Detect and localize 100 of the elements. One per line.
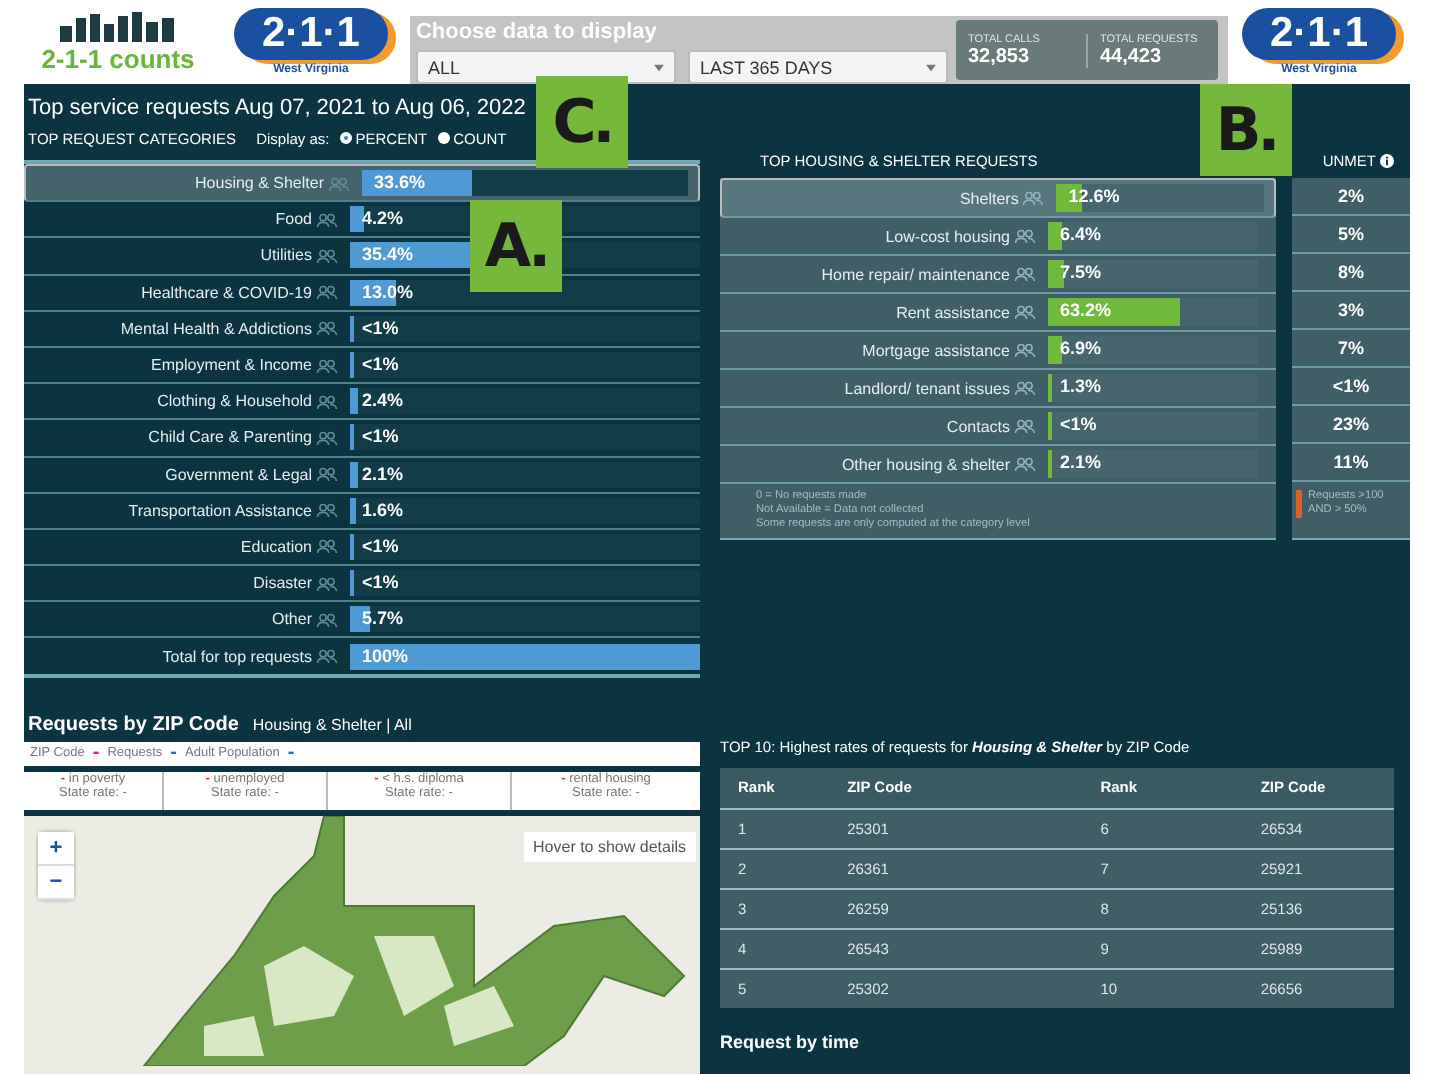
people-icon — [1014, 380, 1036, 396]
page-title: Top service requests Aug 07, 2021 to Aug 06, 2022 — [26, 94, 526, 124]
percent-value: 2.1% — [360, 463, 406, 484]
percent-value: 100% — [360, 645, 411, 666]
people-icon — [316, 575, 338, 592]
category-row[interactable]: Total for top requests 100% — [24, 638, 700, 674]
category-label: Disaster — [251, 574, 312, 593]
category-row[interactable]: Clothing & Household 2.4% — [24, 384, 700, 421]
dropdown[interactable]: ALL — [415, 50, 676, 84]
percent-value: 1.3% — [1058, 376, 1104, 396]
filter-title: Choose data to display — [415, 20, 659, 44]
percent-value: 7.5% — [1058, 262, 1104, 282]
percent-value: 63.2% — [1058, 300, 1114, 320]
request-row[interactable]: Shelters 12.6% — [720, 178, 1276, 218]
caret-icon — [925, 63, 936, 71]
info-icon[interactable] — [1380, 154, 1394, 168]
unmet-value: 23% — [1332, 414, 1369, 434]
callout-label: A. — [470, 200, 562, 292]
category-label: Child Care & Parenting — [146, 428, 312, 447]
percent-value: 12.6% — [1066, 186, 1122, 206]
section-subtitle: Housing & Shelter | All — [252, 715, 412, 734]
percent-value: <1% — [360, 572, 401, 593]
logo-number: 2·1·1 — [233, 8, 388, 60]
request-row[interactable]: Rent assistance 63.2% — [720, 294, 1276, 332]
people-icon — [1014, 266, 1036, 282]
percent-value: <1% — [1058, 414, 1099, 434]
request-label: Low-cost housing — [883, 227, 1010, 245]
category-row[interactable]: Mental Health & Addictions <1% — [24, 311, 700, 348]
request-row[interactable]: Other housing & shelter 2.1% — [720, 446, 1276, 484]
percent-value: 2.1% — [1058, 452, 1104, 472]
section-title: Requests by ZIP Code — [28, 713, 239, 736]
callout-label: B. — [1200, 84, 1292, 176]
people-icon — [316, 393, 338, 410]
category-label: Healthcare & COVID-19 — [139, 283, 312, 302]
category-row[interactable]: Education <1% — [24, 529, 700, 567]
request-label: Contacts — [944, 417, 1010, 435]
percent-value: <1% — [360, 535, 401, 556]
category-row[interactable]: Transportation Assistance 1.6% — [24, 493, 700, 530]
section-title: Request by time — [720, 1031, 862, 1052]
percent-value: <1% — [360, 426, 401, 447]
request-row[interactable]: Low-cost housing 6.4% — [720, 218, 1276, 256]
request-label: Shelters — [957, 189, 1019, 207]
caret-icon — [653, 63, 664, 71]
people-icon — [316, 284, 338, 301]
category-label: Food — [273, 210, 312, 229]
people-icon — [1014, 304, 1036, 320]
percent-value: 33.6% — [372, 172, 428, 193]
dropdown[interactable]: LAST 365 DAYS — [687, 50, 948, 84]
request-label: Rent assistance — [894, 303, 1010, 321]
category-label: Total for top requests — [160, 647, 312, 666]
legend-value: - — [287, 743, 295, 764]
category-row[interactable]: Disaster <1% — [24, 566, 700, 603]
unmet-value: 8% — [1337, 262, 1364, 282]
legend-swatch — [1296, 490, 1302, 518]
people-icon — [1014, 418, 1036, 434]
request-row[interactable]: Home repair/ maintenance 7.5% — [720, 256, 1276, 294]
category-label: Government & Legal — [163, 465, 312, 484]
stat-value: 44,423 — [1099, 45, 1164, 67]
category-label: Transportation Assistance — [126, 501, 312, 520]
category-label: Mental Health & Addictions — [118, 319, 312, 338]
category-label: Housing & Shelter — [193, 174, 324, 193]
percent-value: 2.4% — [360, 390, 406, 411]
category-label: Utilities — [258, 246, 312, 265]
callout-label: C. — [536, 76, 628, 168]
percent-value: <1% — [360, 317, 401, 338]
request-row[interactable]: Landlord/ tenant issues 1.3% — [720, 370, 1276, 408]
percent-value: <1% — [360, 354, 401, 375]
request-label: Landlord/ tenant issues — [842, 379, 1010, 397]
percent-value: 6.4% — [1058, 224, 1104, 244]
unmet-value: 2% — [1337, 186, 1364, 206]
people-icon — [316, 502, 338, 519]
people-icon — [316, 247, 338, 264]
people-icon — [1014, 342, 1036, 358]
stat-value: 32,853 — [967, 45, 1032, 67]
percent-value: 6.9% — [1058, 338, 1104, 358]
brand-name: 2-1-1 counts — [41, 44, 195, 74]
request-label: Other housing & shelter — [839, 455, 1010, 473]
request-label: Home repair/ maintenance — [819, 265, 1010, 283]
category-label: Clothing & Household — [155, 392, 312, 411]
percent-value: 1.6% — [360, 499, 406, 520]
category-row[interactable]: Housing & Shelter 33.6% — [24, 164, 700, 203]
people-icon — [328, 175, 350, 192]
people-icon — [1014, 456, 1036, 472]
people-icon — [316, 320, 338, 337]
unmet-value: 11% — [1333, 452, 1369, 472]
zoom-out-button[interactable]: − — [38, 865, 74, 900]
request-row[interactable]: Contacts <1% — [720, 408, 1276, 446]
people-icon — [316, 429, 338, 446]
zoom-in-button[interactable]: + — [38, 831, 74, 866]
request-label: Mortgage assistance — [860, 341, 1010, 359]
category-row[interactable]: Child Care & Parenting <1% — [24, 420, 700, 457]
category-row[interactable]: Government & Legal 2.1% — [24, 457, 700, 494]
unmet-value: 3% — [1337, 300, 1364, 320]
people-icon — [316, 466, 338, 483]
request-row[interactable]: Mortgage assistance 6.9% — [720, 332, 1276, 370]
people-icon — [316, 611, 338, 628]
category-label: Education — [238, 537, 312, 556]
category-row[interactable]: Employment & Income <1% — [24, 347, 700, 385]
people-icon — [1014, 228, 1036, 244]
people-icon — [316, 357, 338, 374]
